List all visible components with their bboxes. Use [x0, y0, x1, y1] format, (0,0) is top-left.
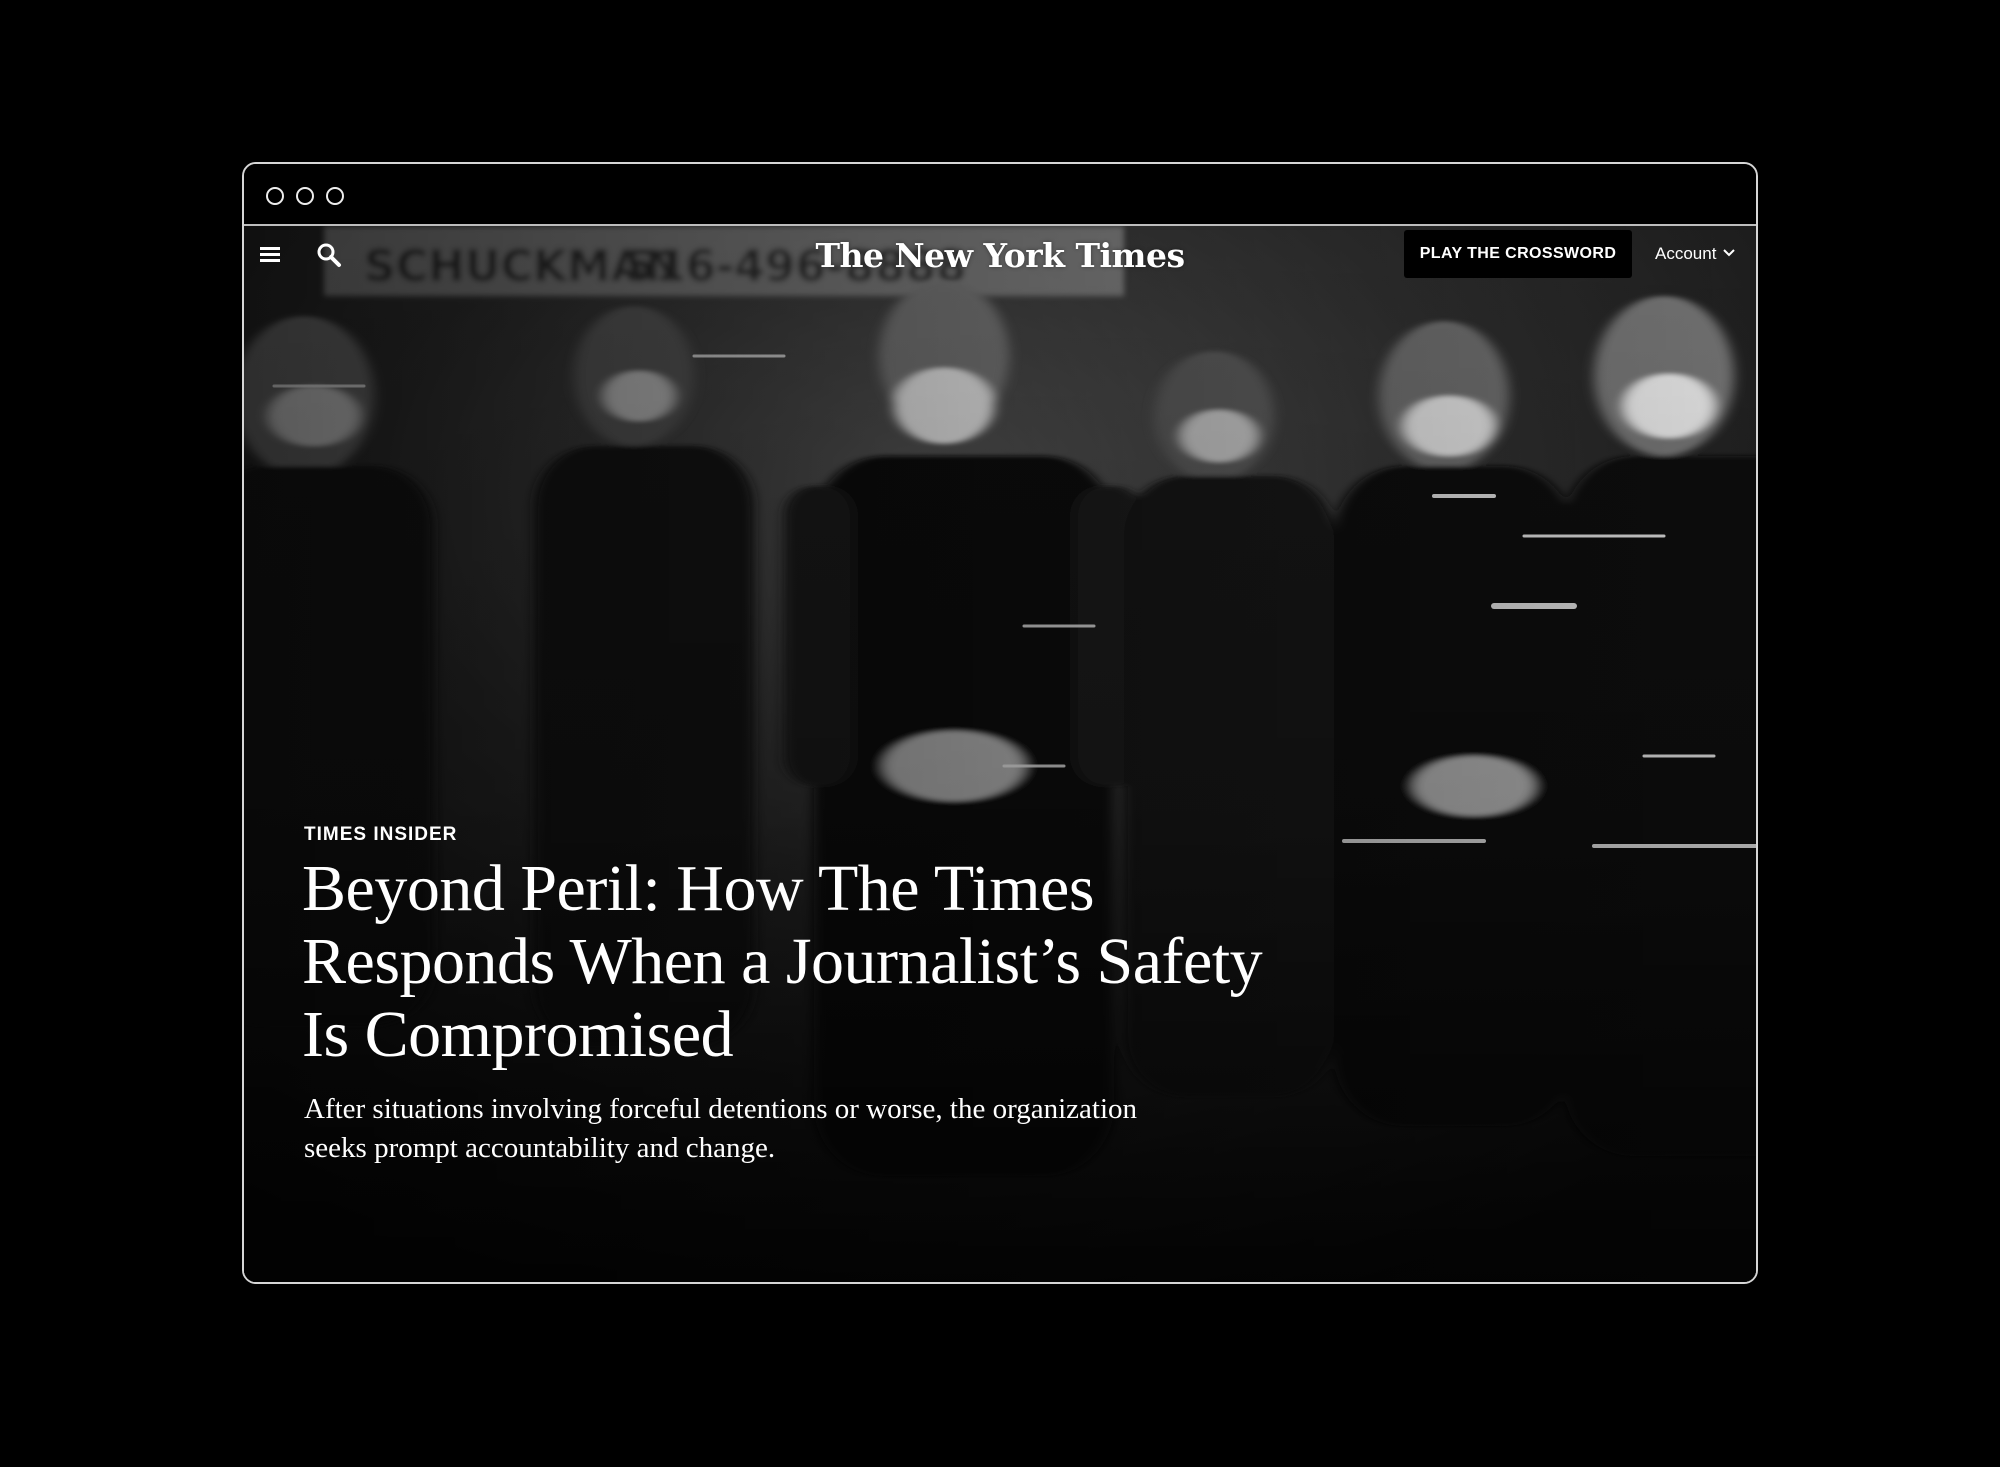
headline-line-1: Beyond Peril: How The Times: [302, 852, 1095, 925]
window-titlebar: [244, 164, 1756, 226]
headline-line-3: Is Compromised: [302, 998, 734, 1071]
section-kicker[interactable]: TIMES INSIDER: [304, 824, 457, 846]
play-crossword-button[interactable]: PLAY THE CROSSWORD: [1404, 230, 1632, 278]
headline-line-2: Responds When a Journalist’s Safety: [302, 925, 1263, 998]
page-viewport: SCHUCKMAN 516-496-8888: [244, 226, 1756, 1282]
summary-line-1: After situations involving forceful dete…: [304, 1093, 1138, 1125]
chevron-down-icon: [1722, 243, 1736, 263]
article-headline[interactable]: Beyond Peril: How The Times Responds Whe…: [302, 852, 1312, 1071]
window-maximize-button[interactable]: [326, 187, 344, 205]
account-menu[interactable]: Account: [1655, 244, 1736, 264]
window-minimize-button[interactable]: [296, 187, 314, 205]
article-summary: After situations involving forceful dete…: [304, 1090, 1224, 1168]
browser-window: SCHUCKMAN 516-496-8888: [242, 162, 1758, 1284]
summary-line-2: seeks prompt accountability and change.: [304, 1132, 776, 1164]
top-navigation: The New York Times PLAY THE CROSSWORD Ac…: [244, 226, 1756, 288]
account-label: Account: [1655, 244, 1717, 263]
window-close-button[interactable]: [266, 187, 284, 205]
